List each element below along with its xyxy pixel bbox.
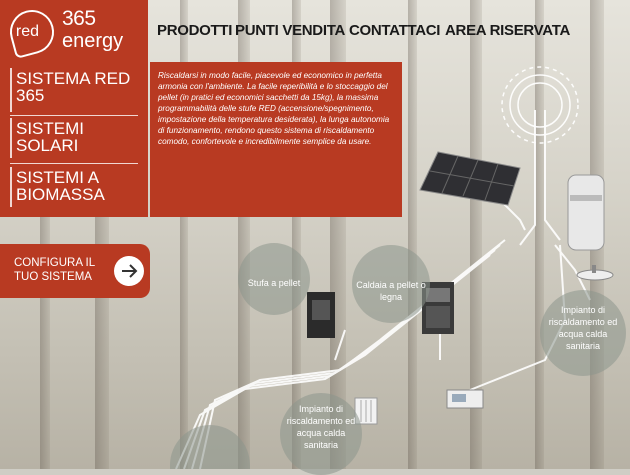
- arrow-right-icon[interactable]: [114, 256, 144, 286]
- sidebar-item-sistemi-solari[interactable]: SISTEMI SOLARI: [16, 120, 84, 154]
- bubble-caldaia-pellet-legna[interactable]: Caldaia a pellet o legna: [352, 245, 430, 323]
- nav-area-riservata[interactable]: AREA RISERVATA: [445, 22, 570, 39]
- nav-prodotti[interactable]: PRODOTTI: [157, 22, 232, 39]
- sun-icon: [501, 66, 579, 144]
- bubble-impianto-right[interactable]: Impianto di riscaldamento ed acqua calda…: [540, 290, 626, 376]
- logo-number: 365: [62, 7, 96, 30]
- brand-logo[interactable]: red 365 energy: [0, 0, 148, 62]
- bubble-impianto-bottom[interactable]: Impianto di riscaldamento ed acqua calda…: [280, 393, 362, 475]
- sidebar-menu: SISTEMA RED 365 SISTEMI SOLARI SISTEMI A…: [0, 62, 148, 217]
- description-panel: Riscaldarsi in modo facile, piacevole ed…: [150, 62, 402, 217]
- nav-punti-vendita[interactable]: PUNTI VENDITA: [235, 22, 345, 39]
- logo-energy-text: energy: [62, 30, 124, 52]
- logo-red-emblem: red: [5, 5, 59, 59]
- bubble-stufa-pellet[interactable]: Stufa a pellet: [238, 243, 310, 315]
- sidebar-item-sistemi-biomassa[interactable]: SISTEMI A BIOMASSA: [16, 169, 105, 203]
- sidebar-item-sistema-red-365[interactable]: SISTEMA RED 365: [16, 70, 130, 104]
- nav-contattaci[interactable]: CONTATTACI: [349, 22, 440, 39]
- description-text: Riscaldarsi in modo facile, piacevole ed…: [158, 71, 390, 146]
- configure-system-button[interactable]: CONFIGURA IL TUO SISTEMA: [0, 244, 150, 298]
